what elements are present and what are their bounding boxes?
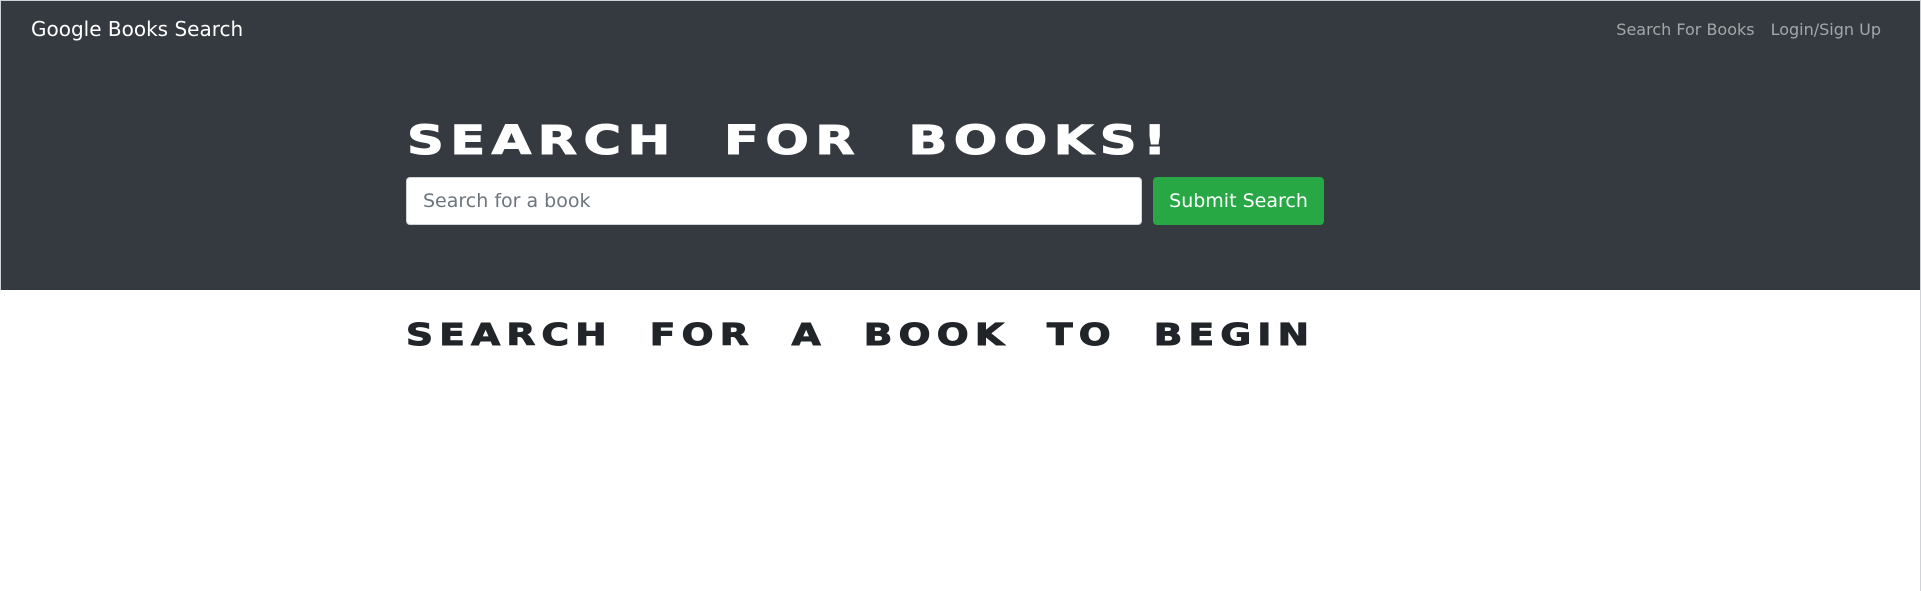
results-heading: Search for a book to begin — [405, 318, 1316, 354]
submit-search-button[interactable]: Submit Search — [1153, 177, 1324, 225]
search-hero: Search for Books! Submit Search — [0, 58, 1921, 290]
brand-link[interactable]: Google Books Search — [31, 17, 243, 41]
nav-link-login-signup[interactable]: Login/Sign Up — [1771, 20, 1881, 39]
hero-title: Search for Books! — [406, 118, 1173, 165]
nav-links: Search For Books Login/Sign Up — [1616, 20, 1881, 39]
nav-link-search-for-books[interactable]: Search For Books — [1616, 20, 1754, 39]
navbar: Google Books Search Search For Books Log… — [0, 0, 1921, 58]
search-input[interactable] — [406, 177, 1142, 225]
